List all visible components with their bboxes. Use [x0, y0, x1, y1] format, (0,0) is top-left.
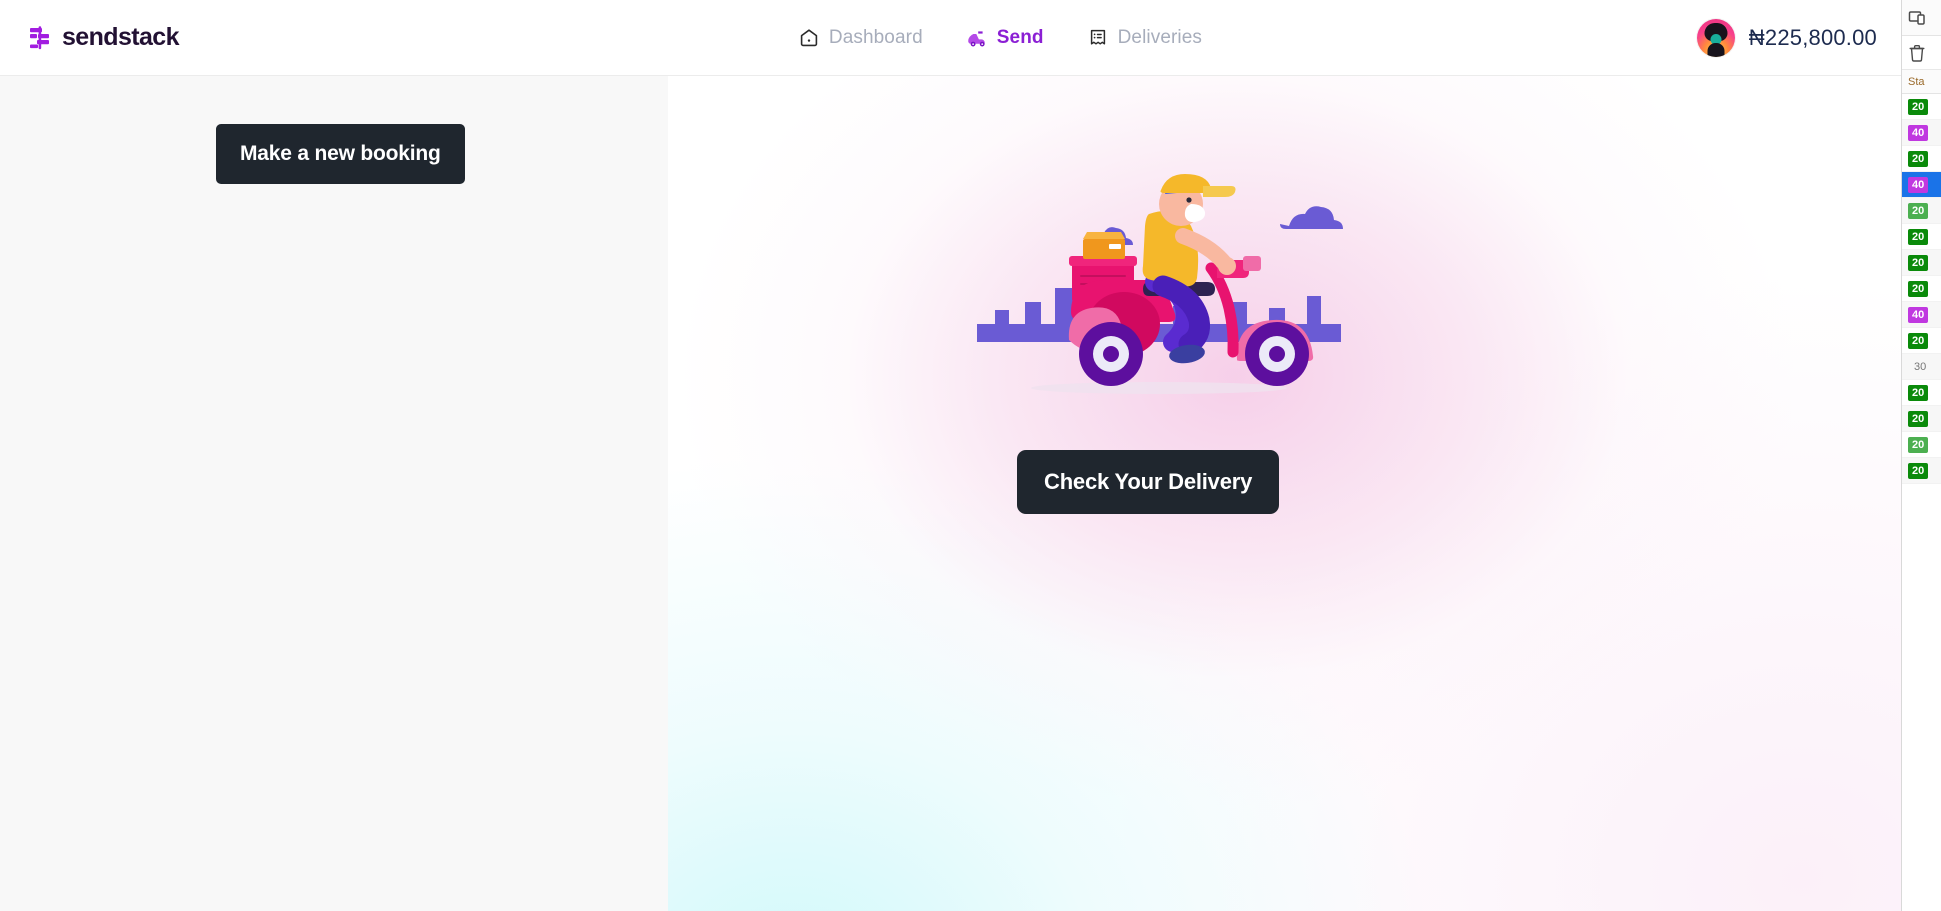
status-badge: 30 [1914, 360, 1927, 373]
devtools-request-row[interactable]: 40 [1902, 172, 1941, 198]
status-badge: 20 [1908, 332, 1929, 349]
status-badge: 40 [1908, 176, 1929, 193]
status-badge: 20 [1908, 202, 1929, 219]
nav-label-deliveries: Deliveries [1117, 26, 1203, 48]
brand-logo[interactable]: sendstack [27, 23, 179, 52]
status-badge: 20 [1908, 462, 1929, 479]
devtools-request-row[interactable]: 20 [1902, 380, 1941, 406]
right-panel: Check Your Delivery [668, 76, 1901, 911]
status-badge: 20 [1908, 98, 1929, 115]
trash-icon[interactable] [1908, 44, 1926, 62]
devtools-request-row[interactable]: 30 [1902, 354, 1941, 380]
avatar[interactable] [1696, 19, 1735, 57]
scooter-icon [967, 28, 987, 48]
nav-item-send[interactable]: Send [967, 27, 1044, 49]
devtools-clear-row[interactable] [1902, 36, 1941, 70]
home-icon [799, 28, 819, 48]
status-badge: 20 [1908, 436, 1929, 453]
main-navigation: Dashboard Send Deliveries [799, 27, 1202, 49]
devtools-request-row[interactable]: 20 [1902, 146, 1941, 172]
brand-name: sendstack [62, 23, 179, 51]
wallet-balance: ₦225,800.00 [1748, 25, 1877, 50]
check-your-delivery-button[interactable]: Check Your Delivery [1017, 450, 1280, 514]
devtools-status-column-header[interactable]: Sta [1902, 70, 1941, 94]
app-header: sendstack Dashboard Send Deliveries ₦225… [0, 0, 1901, 76]
devtools-toolbar[interactable] [1902, 0, 1941, 36]
receipt-icon [1088, 28, 1108, 48]
devtools-request-list: 20 40 20 40 20 20 20 20 40 20 30 20 20 20 20 [1902, 94, 1941, 484]
devtools-request-row[interactable]: 20 [1902, 198, 1941, 224]
devtools-request-row[interactable]: 20 [1902, 458, 1941, 484]
nav-item-deliveries[interactable]: Deliveries [1088, 27, 1202, 49]
devtools-request-row[interactable]: 20 [1902, 406, 1941, 432]
devtools-request-row[interactable]: 40 [1902, 302, 1941, 328]
devtools-request-row[interactable]: 20 [1902, 94, 1941, 120]
status-badge: 20 [1908, 384, 1929, 401]
status-badge: 40 [1908, 306, 1929, 323]
devtools-request-row[interactable]: 40 [1902, 120, 1941, 146]
account-area[interactable]: ₦225,800.00 [1696, 0, 1877, 76]
devtools-request-row[interactable]: 20 [1902, 276, 1941, 302]
delivery-rider-scooter-illustration [959, 164, 1359, 404]
make-new-booking-button[interactable]: Make a new booking [216, 124, 465, 184]
nav-label-send: Send [996, 26, 1044, 48]
nav-label-dashboard: Dashboard [828, 26, 923, 48]
status-badge: 20 [1908, 280, 1929, 297]
status-badge: 20 [1908, 150, 1929, 167]
status-badge: 20 [1908, 254, 1929, 271]
avatar-body [1707, 43, 1725, 57]
devtools-request-row[interactable]: 20 [1902, 250, 1941, 276]
nav-item-dashboard[interactable]: Dashboard [799, 27, 923, 49]
devtools-panel: Sta 20 40 20 40 20 20 20 20 40 20 30 20 20 20 20 [1901, 0, 1941, 911]
status-badge: 40 [1908, 124, 1929, 141]
sendstack-logo-icon [27, 25, 53, 51]
devtools-request-row[interactable]: 20 [1902, 432, 1941, 458]
status-badge: 20 [1908, 410, 1929, 427]
devtools-request-row[interactable]: 20 [1902, 328, 1941, 354]
left-panel: Make a new booking [0, 76, 668, 911]
device-toolbar-icon[interactable] [1908, 9, 1926, 27]
devtools-request-row[interactable]: 20 [1902, 224, 1941, 250]
app-root: sendstack Dashboard Send Deliveries ₦225… [0, 0, 1941, 911]
status-badge: 20 [1908, 228, 1929, 245]
